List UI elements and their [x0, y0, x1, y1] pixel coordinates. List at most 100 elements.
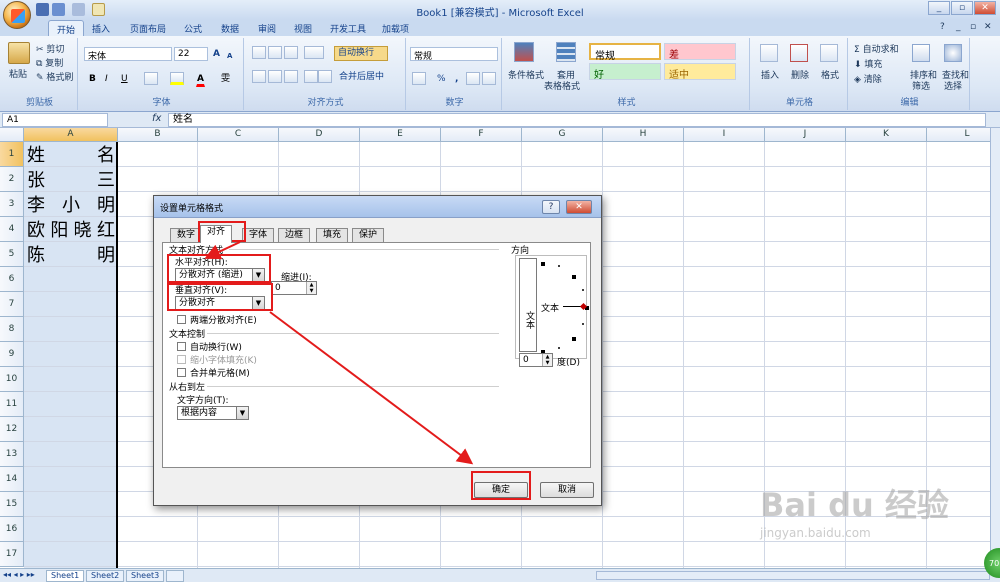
dialog-tab-protection[interactable]: 保护	[352, 228, 385, 242]
bold-button[interactable]: B	[88, 72, 97, 87]
indent-stepper[interactable]: 0 ▲ ▼	[271, 281, 317, 295]
align-bottom-icon[interactable]	[284, 46, 298, 59]
sheet-tab-sheet3[interactable]: Sheet3	[126, 570, 165, 582]
sort-filter-label-2[interactable]: 筛选	[912, 79, 930, 92]
font-name-select[interactable]: 宋体	[84, 47, 172, 62]
cell-a4[interactable]: 欧阳晓红	[26, 218, 116, 243]
comma-button[interactable]: ,	[454, 72, 459, 87]
horizontal-scrollbar[interactable]	[596, 571, 990, 580]
delete-cells-button[interactable]: 删除	[791, 68, 809, 81]
paste-button[interactable]: 粘贴	[9, 67, 27, 80]
row-header-1[interactable]: 1	[0, 142, 24, 167]
formula-input[interactable]: 姓名	[168, 113, 986, 127]
style-normal[interactable]: 常规	[589, 43, 661, 62]
insert-cells-icon[interactable]	[760, 44, 778, 62]
column-header-j[interactable]: J	[765, 128, 846, 142]
copy-button[interactable]: ⧉ 复制	[36, 56, 63, 69]
row-header-9[interactable]: 9	[0, 342, 24, 367]
column-header-l[interactable]: L	[927, 128, 990, 142]
tab-formulas[interactable]: 公式	[176, 20, 210, 36]
align-middle-icon[interactable]	[268, 46, 282, 59]
ribbon-close-button[interactable]: ✕	[984, 22, 992, 32]
format-painter-button[interactable]: ✎ 格式刷	[36, 70, 73, 83]
tab-page-layout[interactable]: 页面布局	[122, 20, 174, 36]
dialog-help-button[interactable]: ?	[542, 200, 560, 214]
row-header-17[interactable]: 17	[0, 542, 24, 567]
cut-button[interactable]: ✂ 剪切	[36, 42, 64, 55]
dialog-tab-font[interactable]: 字体	[242, 228, 275, 242]
style-good[interactable]: 好	[589, 63, 661, 81]
tab-insert[interactable]: 插入	[84, 20, 118, 36]
shrink-fit-checkbox[interactable]	[177, 355, 186, 364]
number-format-select[interactable]: 常规	[410, 47, 498, 62]
italic-button[interactable]: I	[104, 72, 109, 87]
column-header-k[interactable]: K	[846, 128, 927, 142]
increase-decimal-icon[interactable]	[466, 72, 480, 85]
undo-icon[interactable]	[52, 3, 65, 16]
tab-data[interactable]: 数据	[213, 20, 247, 36]
row-header-14[interactable]: 14	[0, 467, 24, 492]
font-color-button[interactable]: A	[196, 72, 205, 87]
row-header-11[interactable]: 11	[0, 392, 24, 417]
align-right-icon[interactable]	[284, 70, 298, 83]
align-left-icon[interactable]	[252, 70, 266, 83]
conditional-format-icon[interactable]	[514, 42, 534, 62]
justify-distributed-checkbox[interactable]	[177, 315, 186, 324]
find-select-icon[interactable]	[944, 44, 962, 62]
dialog-tab-border[interactable]: 边框	[278, 228, 311, 242]
font-size-select[interactable]: 22	[174, 47, 208, 61]
row-header-4[interactable]: 4	[0, 217, 24, 242]
redo-icon[interactable]	[72, 3, 85, 16]
column-header-d[interactable]: D	[279, 128, 360, 142]
vertical-scrollbar[interactable]	[990, 128, 1000, 568]
phonetic-button[interactable]: 雯	[220, 72, 231, 87]
cell-a2[interactable]: 张三	[26, 168, 116, 193]
merge-center-button[interactable]: 合并后居中	[338, 70, 385, 85]
currency-icon[interactable]	[412, 72, 426, 85]
underline-button[interactable]: U	[120, 72, 129, 87]
cell-a3[interactable]: 李小明	[26, 193, 116, 218]
decrease-decimal-icon[interactable]	[482, 72, 496, 85]
dialog-tab-fill[interactable]: 填充	[316, 228, 349, 242]
maximize-button[interactable]: ▫	[951, 1, 973, 15]
delete-cells-icon[interactable]	[790, 44, 808, 62]
row-header-2[interactable]: 2	[0, 167, 24, 192]
minimize-button[interactable]: _	[928, 1, 950, 15]
fill-color-icon[interactable]	[170, 72, 184, 85]
percent-button[interactable]: %	[436, 72, 447, 87]
conditional-format-button[interactable]: 条件格式	[508, 68, 544, 81]
tab-review[interactable]: 审阅	[250, 20, 284, 36]
wrap-text-checkbox[interactable]	[177, 342, 186, 351]
merge-cells-checkbox[interactable]	[177, 368, 186, 377]
tab-home[interactable]: 开始	[48, 20, 85, 36]
paste-icon[interactable]	[8, 42, 30, 64]
column-header-h[interactable]: H	[603, 128, 684, 142]
format-as-table-icon[interactable]	[556, 42, 576, 62]
style-bad[interactable]: 差	[664, 43, 736, 61]
degrees-stepper[interactable]: 0 ▲ ▼	[519, 353, 553, 367]
fill-button[interactable]: ⬇ 填充	[854, 57, 882, 70]
column-header-g[interactable]: G	[522, 128, 603, 142]
row-header-10[interactable]: 10	[0, 367, 24, 392]
tab-view[interactable]: 视图	[286, 20, 320, 36]
row-header-12[interactable]: 12	[0, 417, 24, 442]
wrap-text-button[interactable]: 自动换行	[334, 46, 388, 61]
shrink-font-button[interactable]: A	[226, 49, 233, 64]
insert-sheet-icon[interactable]	[166, 570, 184, 582]
cell-a5[interactable]: 陈明	[26, 243, 116, 268]
row-header-3[interactable]: 3	[0, 192, 24, 217]
text-direction-dropdown[interactable]: 根据内容 ▼	[177, 406, 249, 420]
dialog-tab-alignment[interactable]: 对齐	[200, 225, 233, 243]
print-preview-icon[interactable]	[92, 3, 105, 16]
column-header-a[interactable]: A	[24, 128, 118, 142]
sort-filter-icon[interactable]	[912, 44, 930, 62]
find-select-label-2[interactable]: 选择	[944, 79, 962, 92]
increase-indent-icon[interactable]	[318, 70, 332, 83]
tab-developer[interactable]: 开发工具	[322, 20, 374, 36]
row-header-15[interactable]: 15	[0, 492, 24, 517]
sheet-tab-sheet1[interactable]: Sheet1	[46, 570, 85, 582]
format-as-table-label-2[interactable]: 表格格式	[544, 79, 580, 92]
row-header-13[interactable]: 13	[0, 442, 24, 467]
save-icon[interactable]	[36, 3, 49, 16]
format-cells-icon[interactable]	[820, 44, 838, 62]
